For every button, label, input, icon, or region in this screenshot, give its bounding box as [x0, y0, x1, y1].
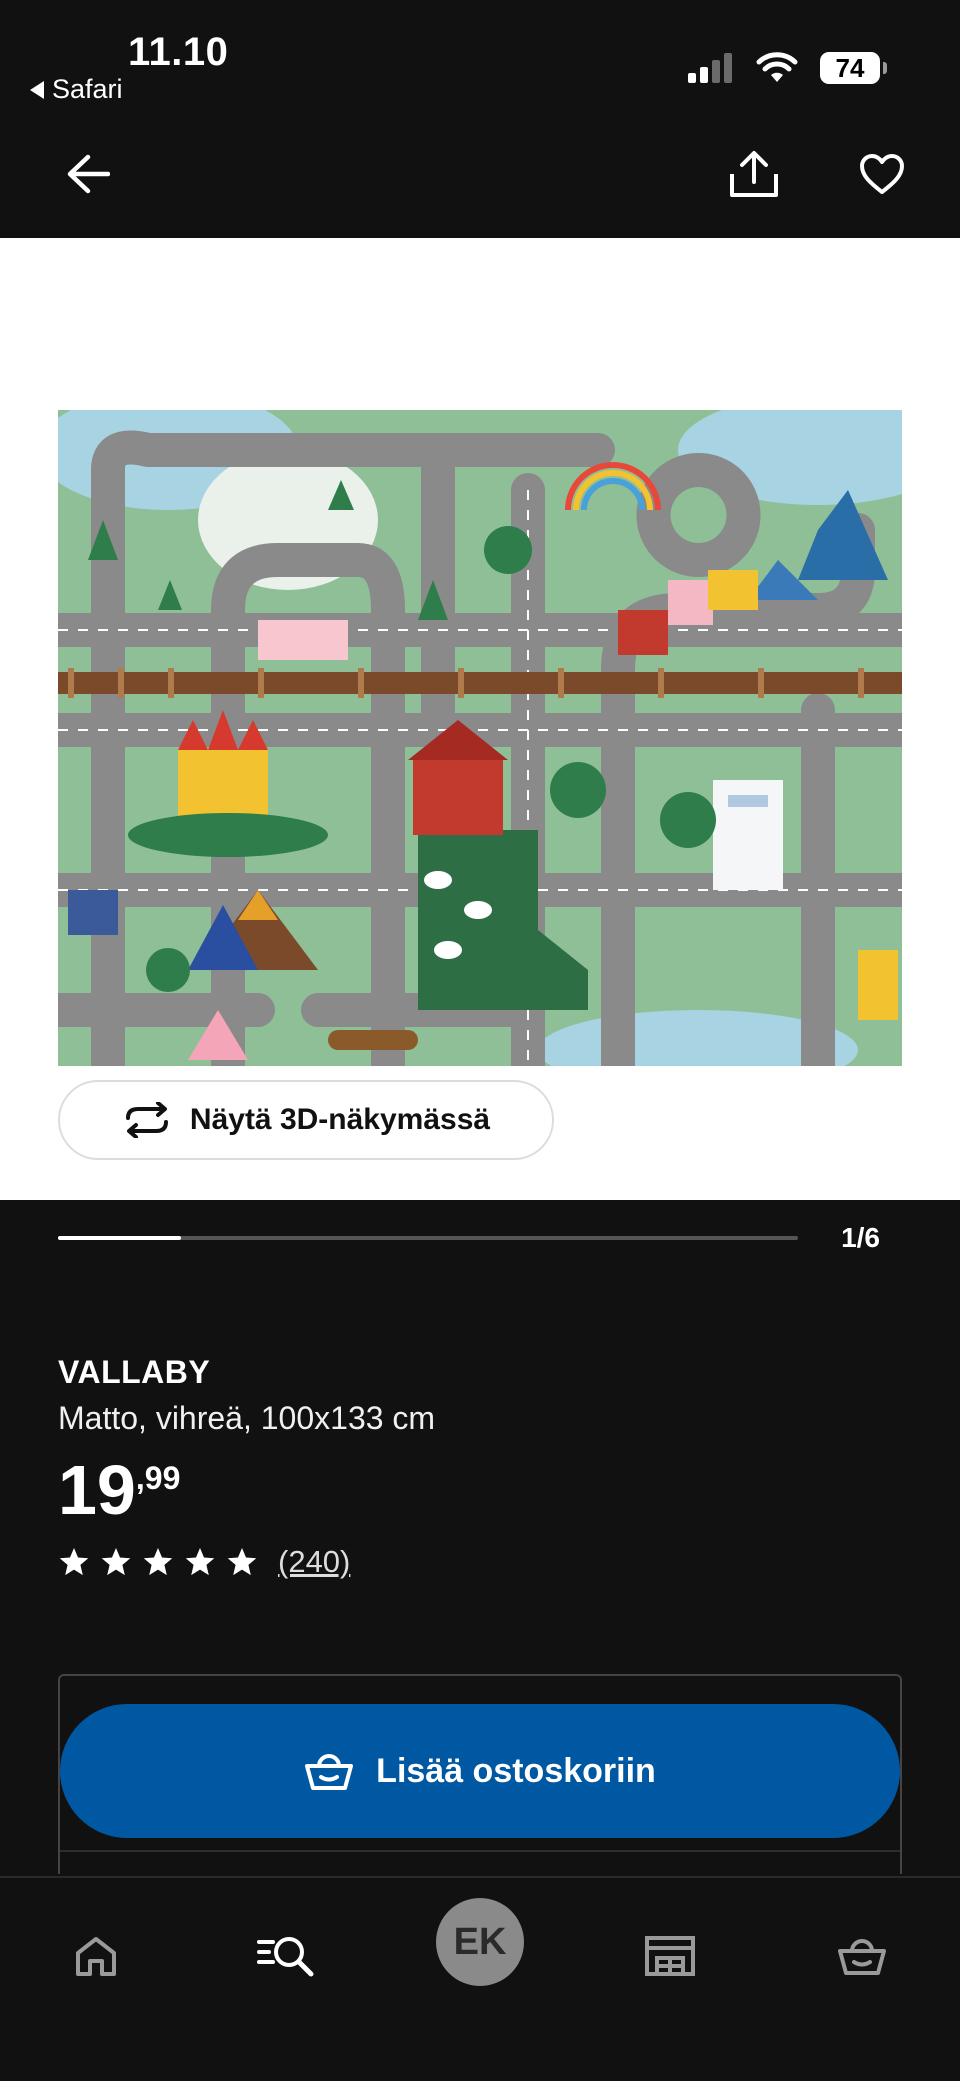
back-to-safari-link[interactable]: Safari [30, 74, 123, 105]
back-app-label: Safari [52, 74, 123, 104]
gallery-page-indicator: 1/6 [841, 1222, 880, 1253]
add-to-cart-button[interactable]: Lisää ostoskoriin [60, 1704, 900, 1838]
battery-level: 74 [835, 52, 865, 83]
arrow-left-icon [67, 154, 110, 194]
product-image-carousel[interactable]: Näytä 3D-näkymässä [0, 238, 960, 1200]
product-rating[interactable]: (240) [58, 1544, 350, 1580]
add-to-cart-label: Lisää ostoskoriin [376, 1751, 656, 1790]
bottom-tab-bar: EK [0, 1876, 960, 2081]
star-icon [143, 1548, 173, 1576]
price-integer: 19 [58, 1451, 136, 1529]
status-icons: 74 [688, 52, 887, 84]
star-icon [185, 1548, 215, 1576]
star-icon [59, 1548, 89, 1576]
wifi-icon [756, 52, 798, 82]
price-decimal: ,99 [135, 1460, 181, 1496]
battery-icon: 74 [820, 52, 887, 84]
view-3d-label: Näytä 3D-näkymässä [189, 1103, 491, 1136]
product-name: VALLABY [58, 1354, 211, 1390]
gallery-progress-bar [58, 1236, 798, 1240]
gallery-progress-fill [58, 1236, 182, 1240]
product-description: Matto, vihreä, 100x133 cm [58, 1400, 436, 1436]
star-icon [101, 1548, 131, 1576]
rotate-3d-icon [125, 1102, 168, 1138]
cellular-signal-icon [688, 53, 732, 83]
cart-icon [838, 1939, 886, 1975]
back-button[interactable] [54, 140, 122, 208]
tab-stores[interactable] [630, 1916, 710, 1996]
share-button[interactable] [720, 140, 788, 208]
star-icon [227, 1548, 257, 1576]
avatar-initials: EK [453, 1920, 507, 1963]
status-time: 11.10 [128, 30, 229, 74]
tab-search[interactable] [246, 1916, 326, 1996]
product-price: 19 ,99 [58, 1452, 180, 1528]
product-header [0, 110, 960, 238]
view-3d-button[interactable]: Näytä 3D-näkymässä [58, 1080, 554, 1160]
review-count-link[interactable]: (240) [278, 1544, 350, 1580]
tab-home[interactable] [56, 1916, 136, 1996]
favourite-button[interactable] [848, 140, 916, 208]
share-icon [730, 151, 778, 197]
heart-icon [860, 154, 904, 194]
status-bar: 11.10 Safari 74 [0, 0, 960, 110]
product-image-rug [58, 410, 902, 1066]
tab-cart[interactable] [822, 1916, 902, 1996]
profile-avatar[interactable]: EK [436, 1898, 524, 1986]
search-icon [257, 1937, 314, 1977]
home-icon [76, 1937, 116, 1976]
basket-icon [305, 1754, 354, 1790]
store-icon [645, 1936, 695, 1976]
back-triangle-icon [30, 80, 44, 99]
divider [60, 1850, 900, 1852]
